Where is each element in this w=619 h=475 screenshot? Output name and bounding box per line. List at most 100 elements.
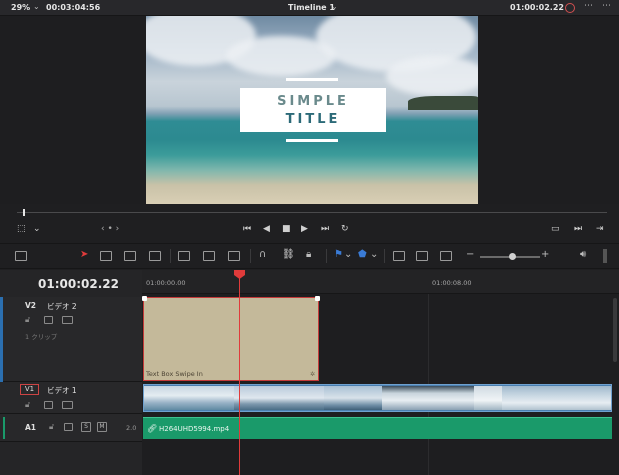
toolbar-divider [384, 249, 385, 263]
safe-area-chevron-icon[interactable]: ⌄ [33, 224, 41, 234]
replace-clip-icon[interactable] [228, 251, 240, 261]
track-v2-accent [0, 297, 3, 382]
timeline-title[interactable]: Timeline 1 [288, 3, 335, 12]
track-header-a1[interactable]: A1 🔓︎ S M 2.0 [0, 414, 142, 442]
trim-tool-icon[interactable] [100, 251, 112, 261]
track-id: V2 [25, 301, 37, 310]
lock-track-icon[interactable]: 🔓︎ [25, 315, 30, 325]
stop-icon[interactable]: ■ [282, 224, 291, 234]
timeline-timecode[interactable]: 01:00:02.22 [38, 277, 119, 291]
zoom-in-icon[interactable]: + [541, 249, 549, 260]
last-frame-icon[interactable]: ⇥ [596, 224, 604, 234]
track-a1-accent [3, 417, 5, 439]
match-frame-icon[interactable]: ▭ [551, 224, 560, 234]
flag-icon[interactable]: ⚑ [334, 249, 343, 260]
play-icon[interactable]: ▶ [301, 224, 308, 234]
ruler-label: 01:00:08.00 [432, 279, 472, 287]
ruler-label: 01:00:00.00 [146, 279, 186, 287]
track-id: A1 [25, 423, 37, 432]
dynamic-trim-icon[interactable] [124, 251, 136, 261]
zoom-level[interactable]: 29% [11, 3, 30, 12]
title-line-1: SIMPLE [277, 94, 349, 109]
auto-select-icon[interactable] [64, 423, 73, 431]
fx-icon: ✲ [309, 371, 315, 378]
video-frame[interactable]: SIMPLE TITLE [146, 16, 478, 204]
track-volume: 2.0 [126, 424, 137, 432]
auto-select-icon[interactable] [44, 316, 53, 324]
audio-meter [603, 249, 607, 263]
transport-controls: ⬚ ⌄ ‹ • › ⏮ ◀ ■ ▶ ⏭ ↻ ▭ ⏭ ⇥ [0, 220, 619, 240]
clip-label: Text Box Swipe In [146, 370, 203, 378]
video-clip[interactable] [143, 384, 612, 412]
toolbar-divider [250, 249, 251, 263]
flag-chevron-icon[interactable]: ⌄ [344, 249, 352, 260]
video-thumbnail [324, 386, 382, 410]
snapping-icon[interactable]: ∩ [259, 249, 266, 260]
insert-clip-icon[interactable] [178, 251, 190, 261]
loop-icon[interactable]: ↻ [341, 224, 349, 234]
title-bar-bottom [286, 139, 338, 142]
video-thumbnail [502, 386, 611, 410]
more-options-icon[interactable]: ⋯ [602, 1, 611, 11]
detail-zoom-icon[interactable] [416, 251, 428, 261]
title-line-2: TITLE [285, 112, 341, 127]
title-card: SIMPLE TITLE [240, 88, 386, 132]
blade-tool-icon[interactable] [149, 251, 161, 261]
overwrite-clip-icon[interactable] [203, 251, 215, 261]
island-shape [408, 96, 478, 110]
color-wheel-icon[interactable] [565, 3, 575, 13]
position-lock-icon[interactable]: 🔒︎ [306, 249, 311, 260]
marker-chevron-icon[interactable]: ⌄ [370, 249, 378, 260]
source-destination-v1[interactable]: V1 [20, 384, 39, 395]
menu-dots-icon[interactable]: ⋯ [584, 1, 593, 11]
timeline-ruler[interactable]: 01:00:00.00 01:00:08.00 [142, 270, 619, 294]
edit-toolbar: ➤ ∩ ⛓ 🔒︎ ⚑ ⌄ ⬟ ⌄ − + 🔊︎ [0, 243, 619, 269]
title-bar-top [286, 78, 338, 81]
solo-button[interactable]: S [81, 422, 91, 432]
viewer: SIMPLE TITLE [0, 16, 619, 204]
track-enable-icon[interactable] [62, 401, 73, 409]
custom-zoom-icon[interactable] [440, 251, 452, 261]
viewer-header: 29% ⌄ 00:03:04:56 Timeline 1 ⌄ 01:00:02.… [0, 0, 619, 16]
clip-trim-handle[interactable] [315, 296, 320, 301]
full-extent-zoom-icon[interactable] [393, 251, 405, 261]
track-name[interactable]: ビデオ 1 [47, 385, 77, 396]
track-enable-icon[interactable] [62, 316, 73, 324]
timeline-duration: 00:03:04:56 [46, 3, 101, 12]
track-name[interactable]: ビデオ 2 [47, 301, 77, 312]
zoom-chevron-icon[interactable]: ⌄ [33, 2, 40, 11]
timeline-playhead[interactable] [239, 276, 240, 475]
mute-button[interactable]: M [97, 422, 107, 432]
link-icon: 🔗︎ [147, 424, 158, 433]
linked-selection-icon[interactable]: ⛓ [282, 249, 295, 260]
go-to-end-icon[interactable]: ⏭ [321, 224, 329, 234]
toolbar-divider [170, 249, 171, 263]
cloud-shape [386, 56, 478, 96]
marker-icon[interactable]: ⬟ [358, 249, 367, 260]
scrubber-playhead[interactable] [23, 209, 25, 216]
auto-select-icon[interactable] [44, 401, 53, 409]
viewer-scrubber[interactable] [17, 212, 607, 213]
audio-clip[interactable]: 🔗︎ H264UHD5994.mp4 [143, 417, 612, 439]
zoom-slider-knob[interactable] [509, 253, 516, 260]
track-header-v2[interactable]: V2 ビデオ 2 🔓︎ 1 クリップ [0, 297, 142, 382]
zoom-out-icon[interactable]: − [466, 249, 474, 260]
next-clip-icon[interactable]: ⏭ [574, 224, 582, 234]
title-clip[interactable]: Text Box Swipe In ✲ [142, 296, 320, 381]
nav-dots[interactable]: ‹ • › [101, 224, 119, 234]
safe-area-icon[interactable]: ⬚ [17, 224, 26, 234]
toolbar-divider [326, 249, 327, 263]
lock-track-icon[interactable]: 🔓︎ [49, 422, 54, 432]
video-thumbnail [144, 386, 234, 410]
timeline-scrollbar[interactable] [613, 298, 617, 362]
clip-trim-handle[interactable] [142, 296, 147, 301]
layout-icon[interactable] [15, 251, 27, 261]
select-tool-icon[interactable]: ➤ [80, 249, 88, 260]
lock-track-icon[interactable]: 🔓︎ [25, 400, 30, 410]
video-thumbnail [234, 386, 324, 410]
video-thumbnail [382, 386, 474, 410]
audio-volume-icon[interactable]: 🔊︎ [580, 249, 586, 260]
go-to-start-icon[interactable]: ⏮ [243, 224, 251, 234]
timeline-chevron-icon[interactable]: ⌄ [331, 2, 338, 11]
play-reverse-icon[interactable]: ◀ [263, 224, 270, 234]
